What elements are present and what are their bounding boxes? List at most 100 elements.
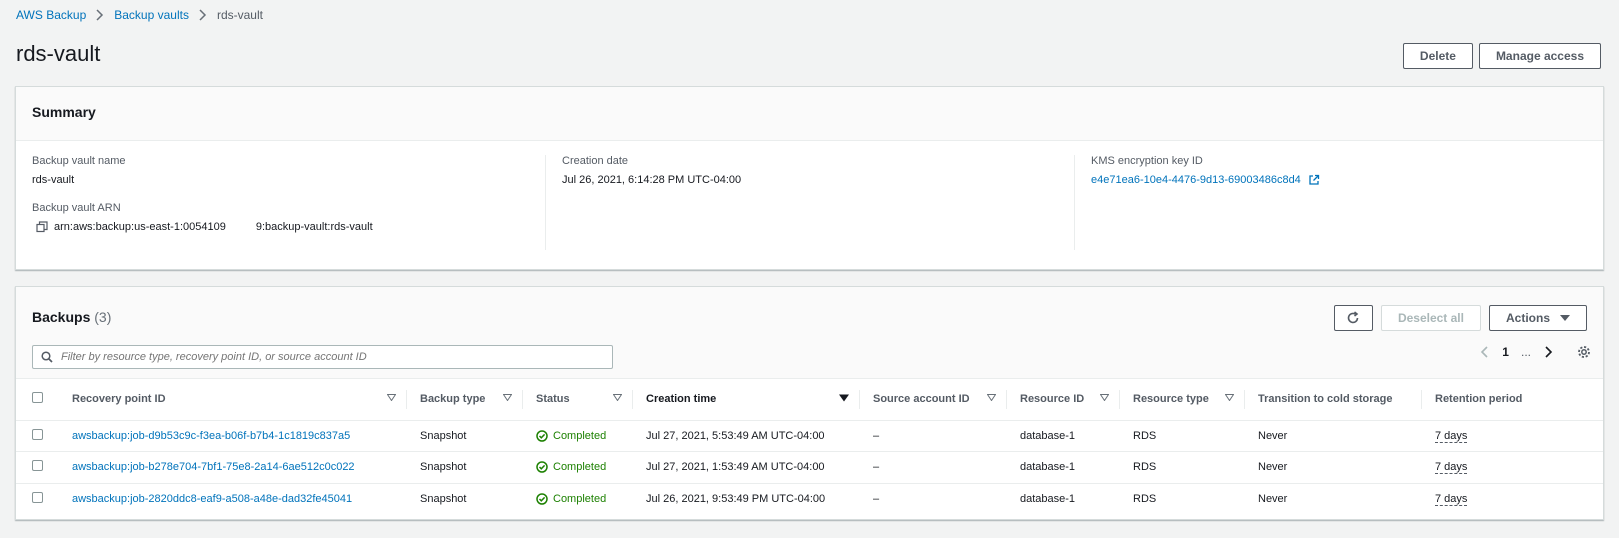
row-checkbox[interactable] xyxy=(32,428,43,440)
summary-col-kms: KMS encryption key ID e4e71ea6-10e4-4476… xyxy=(1074,155,1603,250)
summary-col-creation: Creation date Jul 26, 2021, 6:14:28 PM U… xyxy=(545,155,1074,250)
cold-storage-cell: Never xyxy=(1258,429,1288,442)
resource-id-cell: database-1 xyxy=(1020,493,1076,505)
resource-type-cell: RDS xyxy=(1133,493,1157,505)
col-source-account-id[interactable]: Source account ID xyxy=(859,379,1006,420)
page-title: rds-vault xyxy=(16,41,101,66)
col-resource-type[interactable]: Resource type xyxy=(1119,379,1244,420)
col-transition-cold-storage: Transition to cold storage xyxy=(1244,379,1421,420)
resource-type-cell: RDS xyxy=(1133,429,1157,442)
backups-panel: Backups (3) Deselect all Actions 1 ... xyxy=(15,286,1604,520)
pagination: 1 ... xyxy=(1480,345,1591,359)
creation-date-label: Creation date xyxy=(562,155,629,167)
manage-access-button[interactable]: Manage access xyxy=(1478,43,1601,69)
sort-icon xyxy=(503,394,512,401)
external-link-icon[interactable] xyxy=(1308,174,1320,186)
cold-storage-cell: Never xyxy=(1258,461,1288,474)
actions-label: Actions xyxy=(1505,311,1550,325)
kms-key-label: KMS encryption key ID xyxy=(1091,155,1203,167)
delete-button[interactable]: Delete xyxy=(1402,43,1473,69)
search-box xyxy=(32,345,613,369)
summary-panel: Summary Backup vault name rds-vault Back… xyxy=(15,86,1604,270)
sort-icon xyxy=(1100,394,1109,401)
sort-icon xyxy=(1225,394,1234,401)
table-row[interactable]: awsbackup:job-b278e704-7bf1-75e8-2a14-6a… xyxy=(16,451,1603,484)
refresh-icon xyxy=(1348,311,1359,324)
breadcrumb-current: rds-vault xyxy=(216,8,263,22)
page-number[interactable]: 1 xyxy=(1502,345,1509,359)
chevron-left-icon[interactable] xyxy=(1480,345,1490,359)
row-checkbox[interactable] xyxy=(32,492,43,503)
col-recovery-point-id[interactable]: Recovery point ID xyxy=(58,379,406,420)
breadcrumb-backup-vaults[interactable]: Backup vaults xyxy=(114,8,189,22)
col-status[interactable]: Status xyxy=(522,379,632,420)
resource-type-cell: RDS xyxy=(1133,461,1157,474)
sort-icon xyxy=(613,394,622,401)
deselect-all-button[interactable]: Deselect all xyxy=(1380,305,1481,331)
status-badge: Completed xyxy=(536,430,632,442)
col-backup-type[interactable]: Backup type xyxy=(406,379,522,420)
actions-dropdown[interactable]: Actions xyxy=(1488,305,1587,331)
backups-title-text: Backups xyxy=(32,309,91,325)
backups-count: (3) xyxy=(94,309,112,325)
col-resource-id[interactable]: Resource ID xyxy=(1006,379,1119,420)
creation-time-cell: Jul 26, 2021, 9:53:49 PM UTC-04:00 xyxy=(646,493,826,505)
chevron-right-icon xyxy=(96,9,104,21)
summary-col-vault: Backup vault name rds-vault Backup vault… xyxy=(16,155,545,250)
vault-arn-value: arn:aws:backup:us-east-1:0054109 9:backup… xyxy=(36,221,529,233)
recovery-point-link[interactable]: awsbackup:job-d9b53c9c-f3ea-b06f-b7b4-1c… xyxy=(72,430,350,442)
gear-icon[interactable] xyxy=(1577,345,1591,359)
backups-toolbar: Deselect all Actions xyxy=(1333,305,1587,331)
breadcrumb-aws-backup[interactable]: AWS Backup xyxy=(16,8,86,22)
source-account-cell: – xyxy=(873,429,880,442)
vault-arn-label: Backup vault ARN xyxy=(32,202,121,214)
backups-table: Recovery point ID Backup type Status Cre… xyxy=(16,379,1603,515)
summary-heading: Summary xyxy=(16,87,1603,141)
creation-time-cell: Jul 27, 2021, 1:53:49 AM UTC-04:00 xyxy=(646,461,825,474)
recovery-point-link[interactable]: awsbackup:job-2820ddc8-eaf9-a508-a48e-da… xyxy=(72,493,352,505)
source-account-cell: – xyxy=(873,461,880,474)
search-icon xyxy=(41,351,53,363)
check-circle-icon xyxy=(536,493,548,505)
breadcrumb: AWS Backup Backup vaults rds-vault xyxy=(16,8,263,22)
resource-id-cell: database-1 xyxy=(1020,429,1076,442)
source-account-cell: – xyxy=(873,493,880,505)
creation-date-value: Jul 26, 2021, 6:14:28 PM UTC-04:00 xyxy=(562,174,742,186)
search-input[interactable] xyxy=(61,351,601,363)
arn-text-part2: 9:backup-vault:rds-vault xyxy=(255,221,373,233)
cold-storage-cell: Never xyxy=(1258,493,1288,505)
backup-type-cell: Snapshot xyxy=(420,493,467,505)
sort-icon xyxy=(387,394,396,401)
table-row[interactable]: awsbackup:job-2820ddc8-eaf9-a508-a48e-da… xyxy=(16,483,1603,515)
table-header-row: Recovery point ID Backup type Status Cre… xyxy=(16,379,1603,420)
recovery-point-link[interactable]: awsbackup:job-b278e704-7bf1-75e8-2a14-6a… xyxy=(72,461,355,473)
sort-desc-icon xyxy=(839,394,849,402)
table-row[interactable]: awsbackup:job-d9b53c9c-f3ea-b06f-b7b4-1c… xyxy=(16,420,1603,452)
select-all-checkbox[interactable] xyxy=(32,392,43,404)
chevron-right-icon[interactable] xyxy=(1543,345,1553,359)
arn-text-part1: arn:aws:backup:us-east-1:0054109 xyxy=(54,221,226,233)
caret-down-icon xyxy=(1560,315,1570,321)
sort-icon xyxy=(987,394,996,401)
backups-title: Backups (3) xyxy=(32,309,111,325)
row-checkbox[interactable] xyxy=(32,460,43,472)
kms-key-link[interactable]: e4e71ea6-10e4-4476-9d13-69003486c8d4 xyxy=(1091,174,1301,186)
retention-cell[interactable]: 7 days xyxy=(1435,429,1468,443)
header-actions: Delete Manage access xyxy=(1402,43,1601,69)
status-badge: Completed xyxy=(536,493,632,505)
creation-time-cell: Jul 27, 2021, 5:53:49 AM UTC-04:00 xyxy=(646,429,825,442)
resource-id-cell: database-1 xyxy=(1020,461,1076,474)
refresh-button[interactable] xyxy=(1333,305,1373,331)
col-retention-period: Retention period xyxy=(1421,379,1603,420)
chevron-right-icon xyxy=(199,9,207,21)
col-creation-time[interactable]: Creation time xyxy=(632,379,859,420)
status-badge: Completed xyxy=(536,461,632,473)
vault-name-label: Backup vault name xyxy=(32,155,126,167)
vault-name-value: rds-vault xyxy=(32,174,75,186)
retention-cell[interactable]: 7 days xyxy=(1435,461,1468,475)
retention-cell[interactable]: 7 days xyxy=(1435,493,1468,506)
backup-type-cell: Snapshot xyxy=(420,429,467,442)
check-circle-icon xyxy=(536,430,548,442)
copy-icon[interactable] xyxy=(36,221,48,233)
page-ellipsis: ... xyxy=(1520,345,1531,359)
